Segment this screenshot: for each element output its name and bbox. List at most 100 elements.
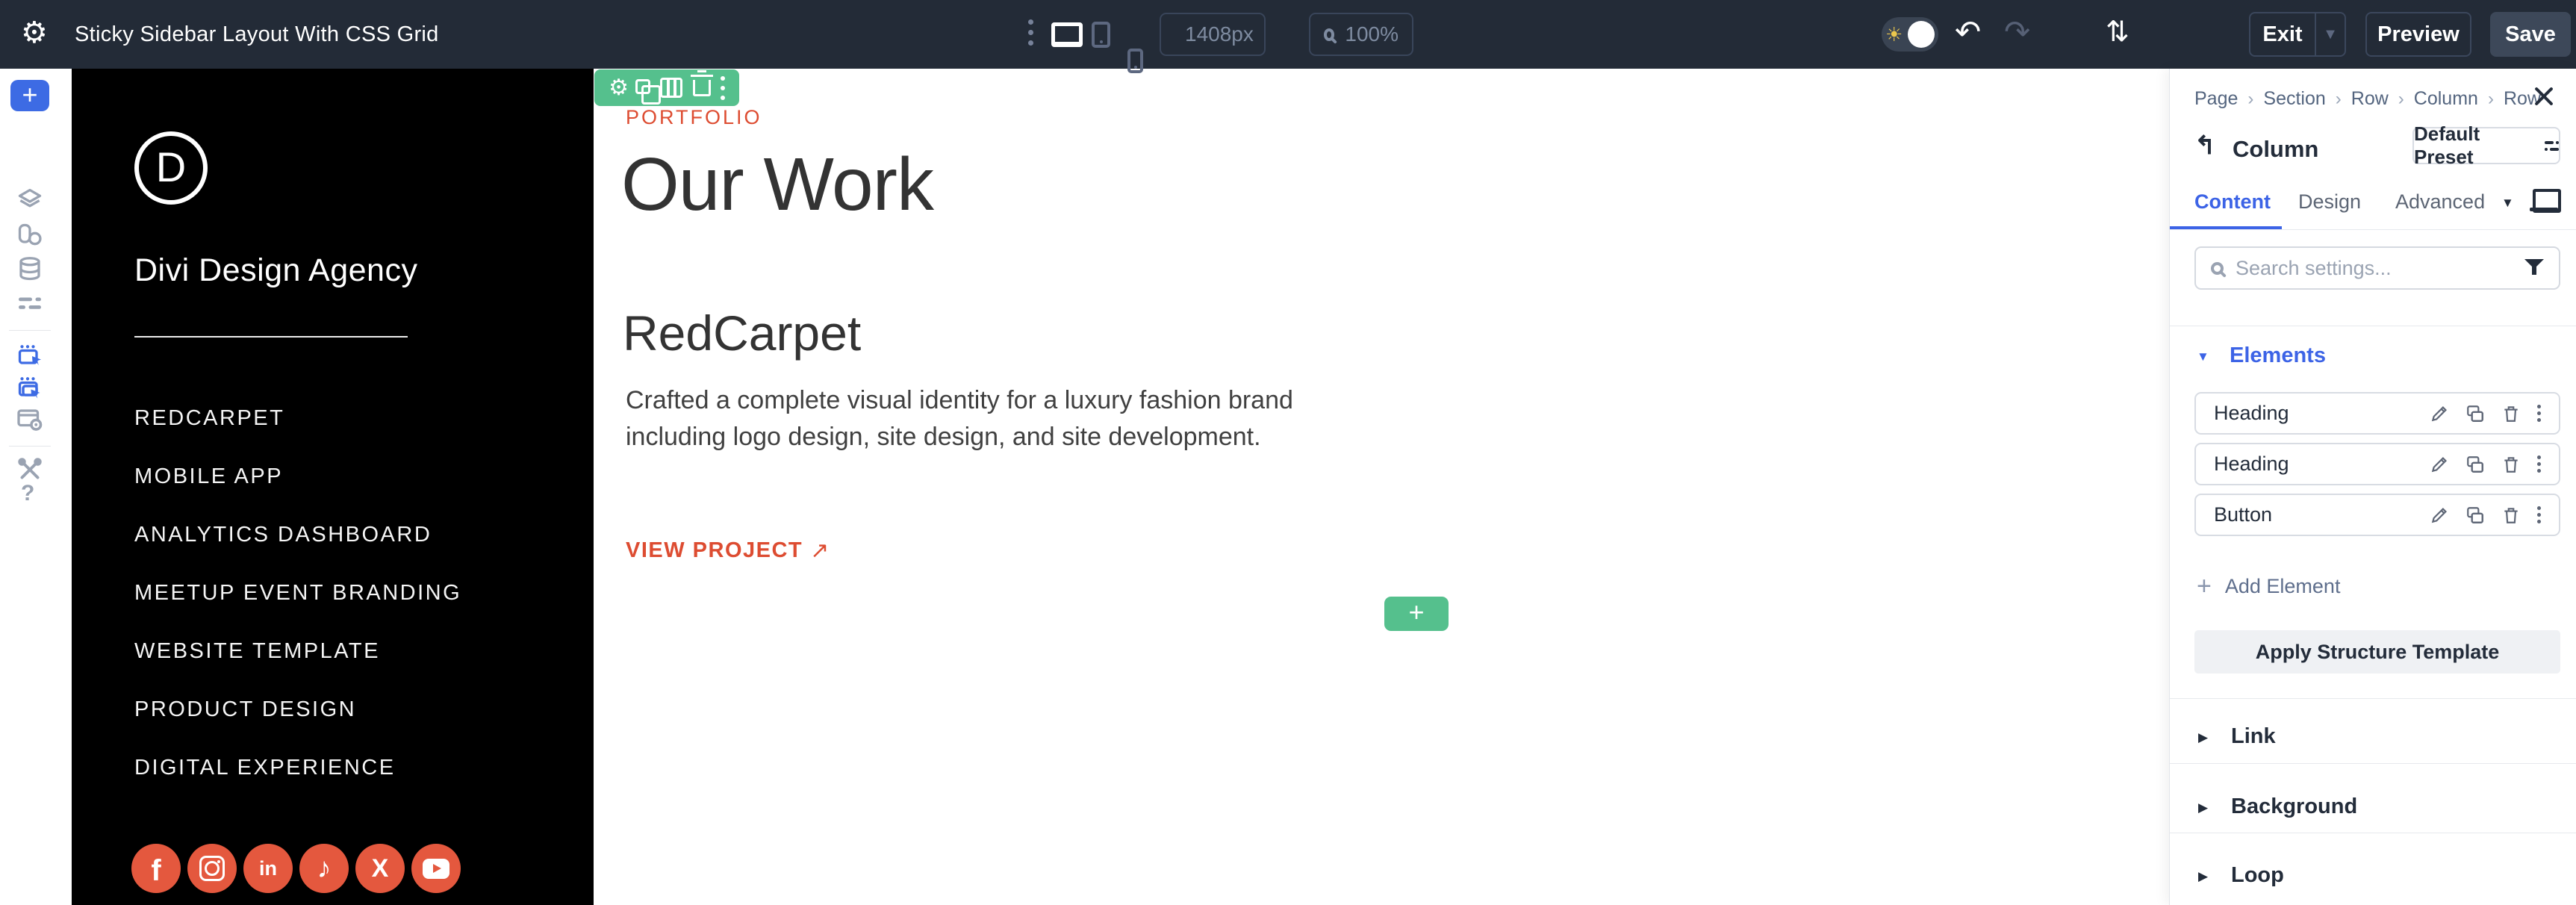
responsive-device-icon[interactable] xyxy=(2530,189,2561,213)
element-row-heading-1[interactable]: Heading xyxy=(2194,392,2560,435)
sort-arrows-icon[interactable]: ⇅ xyxy=(2106,18,2129,46)
duplicate-icon[interactable] xyxy=(2465,455,2485,474)
search-settings-input[interactable] xyxy=(2236,256,2513,280)
breadcrumb-separator: › xyxy=(2247,88,2254,109)
breadcrumb-page[interactable]: Page xyxy=(2194,88,2238,110)
sidebar-nav-analytics-dashboard[interactable]: ANALYTICS DASHBOARD xyxy=(134,523,432,547)
row-settings-gear-icon[interactable]: ⚙ xyxy=(609,76,629,99)
rail-divider xyxy=(9,446,51,447)
view-project-link[interactable]: VIEW PROJECT ↗ xyxy=(626,538,830,564)
sidebar-nav-redcarpet[interactable]: REDCARPET xyxy=(134,406,284,431)
back-to-parent-icon[interactable]: ↰ xyxy=(2194,133,2216,158)
close-panel-icon[interactable] xyxy=(2533,85,2555,108)
element-label: Button xyxy=(2214,503,2273,526)
element-more-options-icon[interactable] xyxy=(2537,455,2541,473)
section-link[interactable]: Link xyxy=(2231,724,2276,749)
tab-advanced[interactable]: Advanced xyxy=(2395,190,2485,214)
sidebar-nav-product-design[interactable]: PRODUCT DESIGN xyxy=(134,697,356,722)
sidebar-nav-mobile-app[interactable]: MOBILE APP xyxy=(134,464,283,489)
row-columns-icon[interactable] xyxy=(660,78,683,98)
settings-list-icon[interactable] xyxy=(16,290,43,317)
element-more-options-icon[interactable] xyxy=(2537,405,2541,422)
database-icon[interactable] xyxy=(16,255,43,282)
delete-trash-icon[interactable] xyxy=(2501,506,2521,525)
delete-trash-icon[interactable] xyxy=(2501,404,2521,423)
edit-pencil-icon[interactable] xyxy=(2430,455,2449,474)
row-delete-icon[interactable] xyxy=(690,69,713,96)
undo-icon[interactable]: ↶ xyxy=(1955,16,1981,48)
youtube-glyph xyxy=(423,858,449,879)
builder-settings-gear-icon[interactable]: ⚙ xyxy=(21,18,48,48)
edit-pencil-icon[interactable] xyxy=(2430,506,2449,525)
edit-pencil-icon[interactable] xyxy=(2430,404,2449,423)
tabs-dropdown-caret[interactable]: ▼ xyxy=(2501,196,2514,211)
element-row-button[interactable]: Button xyxy=(2194,494,2560,536)
sidebar-nav-meetup-event-branding[interactable]: MEETUP EVENT BRANDING xyxy=(134,581,461,606)
default-preset-button[interactable]: Default Preset xyxy=(2412,122,2560,168)
section-loop[interactable]: Loop xyxy=(2231,863,2284,888)
linkedin-icon[interactable]: in xyxy=(243,844,293,893)
link-expand-triangle-icon: ▶ xyxy=(2198,730,2209,744)
column-settings-panel: Page › Section › Row › Column › Row ↰ Column… xyxy=(2169,69,2576,905)
apply-structure-template-button[interactable]: Apply Structure Template xyxy=(2194,630,2560,674)
exit-button[interactable]: Exit ▼ xyxy=(2249,12,2346,57)
breadcrumb-row[interactable]: Row xyxy=(2351,88,2389,110)
zoom-level-input[interactable]: 100% xyxy=(1309,13,1413,56)
tab-content[interactable]: Content xyxy=(2194,190,2271,214)
phone-view-icon[interactable] xyxy=(1127,49,1143,73)
sidebar-nav-website-template[interactable]: WEBSITE TEMPLATE xyxy=(134,639,380,664)
elements-collapse-triangle-icon[interactable]: ▼ xyxy=(2197,349,2209,364)
duplicate-icon[interactable] xyxy=(2465,506,2485,525)
row-more-options-icon[interactable] xyxy=(720,75,725,100)
add-module-button[interactable]: + xyxy=(10,80,49,111)
desktop-view-icon[interactable] xyxy=(1051,22,1083,47)
view-options-kebab-icon[interactable] xyxy=(1028,19,1033,46)
row-hover-toolbar: ⚙ xyxy=(594,69,739,106)
tools-icon[interactable] xyxy=(16,456,43,483)
sidebar-nav-digital-experience[interactable]: DIGITAL EXPERIENCE xyxy=(134,756,396,780)
project-title: RedCarpet xyxy=(623,305,862,361)
tab-design[interactable]: Design xyxy=(2298,190,2361,214)
select-row-icon[interactable] xyxy=(16,343,43,370)
filter-funnel-icon[interactable] xyxy=(2524,259,2544,277)
help-icon[interactable]: ? xyxy=(21,481,34,506)
portfolio-eyebrow: PORTFOLIO xyxy=(626,106,762,128)
add-row-button[interactable]: + xyxy=(1384,597,1449,631)
x-twitter-icon[interactable]: X xyxy=(355,844,405,893)
canvas-width-input[interactable]: 1408px xyxy=(1160,13,1266,56)
select-section-icon[interactable] xyxy=(16,375,43,402)
tablet-view-icon[interactable] xyxy=(1092,22,1110,48)
preview-button[interactable]: Preview xyxy=(2365,12,2471,57)
page-title: Our Work xyxy=(621,143,934,226)
site-logo-letter: D xyxy=(155,143,187,190)
breadcrumb-section[interactable]: Section xyxy=(2263,88,2325,110)
delete-trash-icon[interactable] xyxy=(2501,455,2521,474)
light-dark-mode-toggle[interactable]: ☀ xyxy=(1882,17,1938,52)
panel-divider xyxy=(2170,763,2576,764)
redo-icon[interactable]: ↷ xyxy=(2004,16,2030,48)
breadcrumb-separator: › xyxy=(2335,88,2342,109)
breadcrumb-column[interactable]: Column xyxy=(2414,88,2478,110)
row-duplicate-icon[interactable] xyxy=(635,78,662,105)
page-preview-icon[interactable] xyxy=(16,406,43,433)
plus-icon: + xyxy=(2197,572,2212,600)
duplicate-icon[interactable] xyxy=(2465,404,2485,423)
element-more-options-icon[interactable] xyxy=(2537,506,2541,523)
view-project-label: VIEW PROJECT xyxy=(626,538,803,562)
panel-title: Column xyxy=(2233,136,2319,162)
elements-section-header[interactable]: Elements xyxy=(2230,343,2326,368)
zoom-magnifier-icon xyxy=(1324,28,1335,41)
history-icon[interactable] xyxy=(2053,72,2080,99)
element-row-heading-2[interactable]: Heading xyxy=(2194,443,2560,485)
tiktok-icon[interactable]: ♪ xyxy=(299,844,349,893)
instagram-icon[interactable] xyxy=(187,844,237,893)
youtube-icon[interactable] xyxy=(411,844,461,893)
exit-dropdown-caret[interactable]: ▼ xyxy=(2315,13,2345,55)
facebook-icon[interactable]: f xyxy=(131,844,181,893)
canvas-width-value: 1408px xyxy=(1185,22,1254,46)
add-element-button[interactable]: + Add Element xyxy=(2197,573,2340,599)
design-presets-icon[interactable] xyxy=(16,222,43,249)
save-button[interactable]: Save xyxy=(2490,12,2571,57)
section-background[interactable]: Background xyxy=(2231,794,2357,819)
layers-icon[interactable] xyxy=(16,187,43,214)
